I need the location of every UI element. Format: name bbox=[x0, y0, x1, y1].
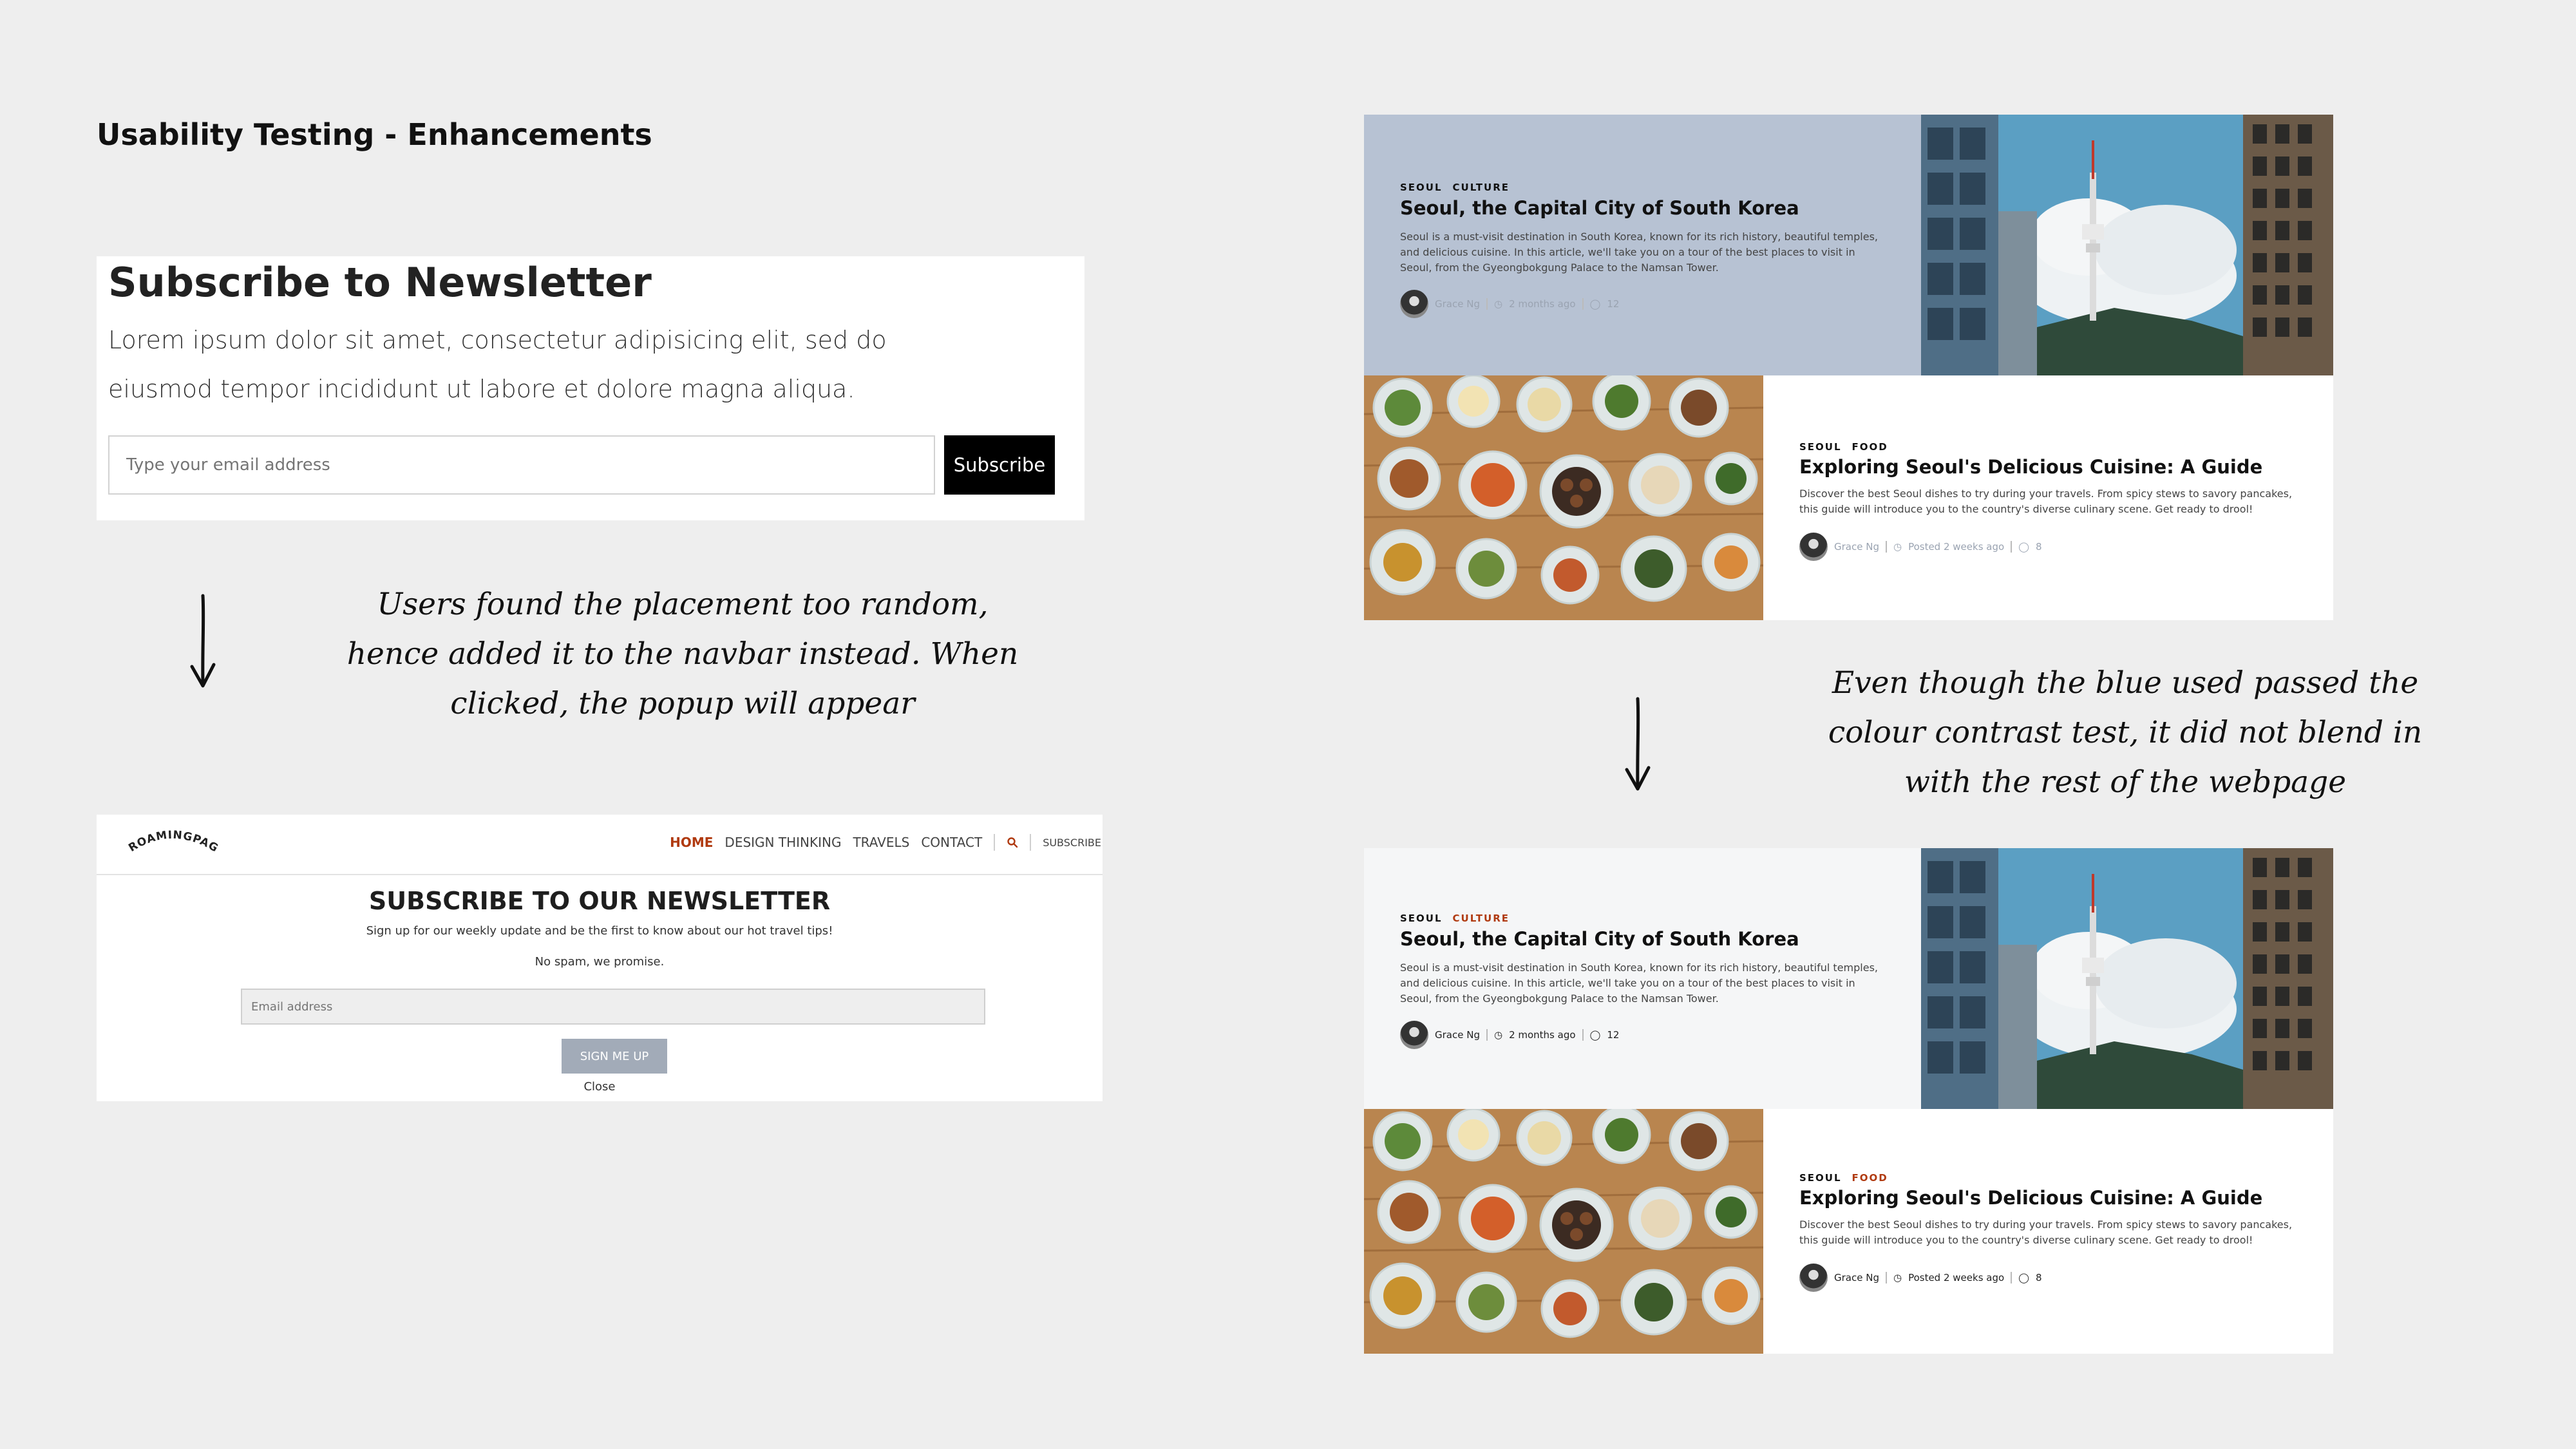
nav-item-contact[interactable]: CONTACT bbox=[921, 835, 982, 850]
post-time: 2 months ago bbox=[1509, 1029, 1576, 1041]
article-description: Discover the best Seoul dishes to try du… bbox=[1799, 1218, 2293, 1246]
tag-culture[interactable]: CULTURE bbox=[1453, 913, 1510, 924]
subscribe-title: Subscribe to Newsletter bbox=[108, 259, 652, 306]
avatar bbox=[1400, 1021, 1428, 1049]
subscribe-button[interactable]: Subscribe bbox=[944, 435, 1055, 495]
comment-count: 12 bbox=[1607, 1029, 1620, 1041]
article-card-culture[interactable]: SEOUL CULTURE Seoul, the Capital City of… bbox=[1364, 848, 2333, 1109]
meta-divider bbox=[1582, 298, 1584, 310]
tag-seoul[interactable]: SEOUL bbox=[1799, 441, 1842, 453]
meta-divider bbox=[1582, 1029, 1584, 1041]
nav-item-design-thinking[interactable]: DESIGN THINKING bbox=[724, 835, 841, 850]
newsletter-popup-card: ROAMINGPAGES HOME DESIGN THINKING TRAVEL… bbox=[97, 815, 1103, 1101]
article-meta: Grace Ng ◷ 2 months ago ◯ 12 bbox=[1400, 290, 1619, 318]
note-right: Even though the blue used passed the col… bbox=[1828, 665, 2423, 800]
meta-divider bbox=[1885, 1272, 1887, 1283]
comment-icon: ◯ bbox=[1589, 1029, 1601, 1041]
article-tags: SEOUL FOOD bbox=[1799, 1172, 1888, 1184]
old-subscribe-card: Subscribe to Newsletter Lorem ipsum dolo… bbox=[97, 256, 1084, 520]
post-time: 2 months ago bbox=[1509, 298, 1576, 310]
article-tags: SEOUL FOOD bbox=[1799, 441, 1888, 453]
article-description: Seoul is a must-visit destination in Sou… bbox=[1400, 961, 1878, 1005]
article-description: Seoul is a must-visit destination in Sou… bbox=[1400, 231, 1878, 274]
article-tags: SEOUL CULTURE bbox=[1400, 182, 1510, 193]
navbar: ROAMINGPAGES HOME DESIGN THINKING TRAVEL… bbox=[97, 815, 1103, 875]
article-meta: Grace Ng ◷ 2 months ago ◯ 12 bbox=[1400, 1021, 1619, 1049]
nav-subscribe-link[interactable]: SUBSCRIBE bbox=[1043, 837, 1101, 849]
article-text-panel: SEOUL CULTURE Seoul, the Capital City of… bbox=[1364, 848, 1921, 1109]
popup-no-spam: No spam, we promise. bbox=[535, 955, 665, 969]
tag-seoul[interactable]: SEOUL bbox=[1400, 182, 1443, 193]
article-card-food[interactable]: SEOUL FOOD Exploring Seoul's Delicious C… bbox=[1364, 1109, 2333, 1354]
arrow-down-icon bbox=[190, 594, 216, 688]
nav-divider bbox=[994, 834, 996, 851]
article-text-panel: SEOUL CULTURE Seoul, the Capital City of… bbox=[1364, 115, 1921, 375]
article-meta: Grace Ng ◷ Posted 2 weeks ago ◯ 8 bbox=[1799, 533, 2042, 561]
article-title[interactable]: Seoul, the Capital City of South Korea bbox=[1400, 197, 1799, 219]
subscribe-description: Lorem ipsum dolor sit amet, consectetur … bbox=[108, 326, 887, 403]
clock-icon: ◷ bbox=[1493, 1029, 1503, 1041]
article-description: Discover the best Seoul dishes to try du… bbox=[1799, 488, 2293, 515]
comment-count: 8 bbox=[2035, 541, 2042, 553]
seoul-tower-image bbox=[1921, 848, 2333, 1109]
comment-count: 8 bbox=[2035, 1272, 2042, 1283]
article-card-food[interactable]: SEOUL FOOD Exploring Seoul's Delicious C… bbox=[1364, 375, 2333, 620]
author-name[interactable]: Grace Ng bbox=[1435, 1029, 1480, 1041]
clock-icon: ◷ bbox=[1893, 1272, 1902, 1283]
clock-icon: ◷ bbox=[1893, 541, 1902, 553]
seoul-tower-image bbox=[1921, 115, 2333, 375]
clock-icon: ◷ bbox=[1493, 298, 1503, 310]
meta-divider bbox=[2011, 1272, 2012, 1283]
korean-food-image bbox=[1364, 1109, 1763, 1354]
arrow-down-icon bbox=[1625, 697, 1651, 791]
articles-before: SEOUL CULTURE Seoul, the Capital City of… bbox=[1364, 115, 2333, 620]
sign-me-up-button[interactable]: SIGN ME UP bbox=[562, 1039, 667, 1074]
popup-title: SUBSCRIBE TO OUR NEWSLETTER bbox=[368, 887, 831, 915]
meta-divider bbox=[1486, 298, 1488, 310]
tag-food[interactable]: FOOD bbox=[1852, 1172, 1888, 1184]
comment-count: 12 bbox=[1607, 298, 1620, 310]
avatar bbox=[1400, 290, 1428, 318]
tag-culture[interactable]: CULTURE bbox=[1453, 182, 1510, 193]
nav-item-travels[interactable]: TRAVELS bbox=[853, 835, 909, 850]
avatar bbox=[1799, 533, 1828, 561]
author-name[interactable]: Grace Ng bbox=[1435, 298, 1480, 310]
articles-after: SEOUL CULTURE Seoul, the Capital City of… bbox=[1364, 848, 2333, 1354]
article-title[interactable]: Seoul, the Capital City of South Korea bbox=[1400, 928, 1799, 950]
tag-seoul[interactable]: SEOUL bbox=[1400, 913, 1443, 924]
note-left: Users found the placement too random, he… bbox=[346, 587, 1019, 721]
meta-divider bbox=[1486, 1029, 1488, 1041]
roamingpages-logo[interactable]: ROAMINGPAGES bbox=[122, 824, 225, 865]
email-input[interactable] bbox=[108, 435, 935, 495]
search-icon[interactable] bbox=[1007, 837, 1018, 848]
article-title[interactable]: Exploring Seoul's Delicious Cuisine: A G… bbox=[1799, 1187, 2262, 1209]
close-link[interactable]: Close bbox=[97, 1080, 1103, 1094]
author-name[interactable]: Grace Ng bbox=[1834, 541, 1879, 553]
page-title: Usability Testing - Enhancements bbox=[97, 117, 652, 152]
nav-item-home[interactable]: HOME bbox=[670, 835, 713, 850]
svg-text:ROAMINGPAGES: ROAMINGPAGES bbox=[122, 824, 221, 855]
article-meta: Grace Ng ◷ Posted 2 weeks ago ◯ 8 bbox=[1799, 1264, 2042, 1292]
comment-icon: ◯ bbox=[2018, 541, 2029, 553]
post-time: Posted 2 weeks ago bbox=[1908, 541, 2005, 553]
popup-subtitle: Sign up for our weekly update and be the… bbox=[366, 924, 833, 938]
article-title[interactable]: Exploring Seoul's Delicious Cuisine: A G… bbox=[1799, 456, 2262, 478]
comment-icon: ◯ bbox=[2018, 1272, 2029, 1283]
article-card-culture[interactable]: SEOUL CULTURE Seoul, the Capital City of… bbox=[1364, 115, 2333, 375]
post-time: Posted 2 weeks ago bbox=[1908, 1272, 2005, 1283]
nav-divider bbox=[1030, 834, 1032, 851]
meta-divider bbox=[1885, 541, 1887, 553]
author-name[interactable]: Grace Ng bbox=[1834, 1272, 1879, 1283]
logo-text: ROAMINGPAGES bbox=[122, 824, 220, 855]
article-tags: SEOUL CULTURE bbox=[1400, 913, 1510, 924]
tag-seoul[interactable]: SEOUL bbox=[1799, 1172, 1842, 1184]
tag-food[interactable]: FOOD bbox=[1852, 441, 1888, 453]
avatar bbox=[1799, 1264, 1828, 1292]
comment-icon: ◯ bbox=[1589, 298, 1601, 310]
popup-email-input[interactable] bbox=[241, 989, 985, 1025]
meta-divider bbox=[2011, 541, 2012, 553]
korean-food-image bbox=[1364, 375, 1763, 620]
nav-links: HOME DESIGN THINKING TRAVELS CONTACT SUB… bbox=[670, 834, 1101, 851]
